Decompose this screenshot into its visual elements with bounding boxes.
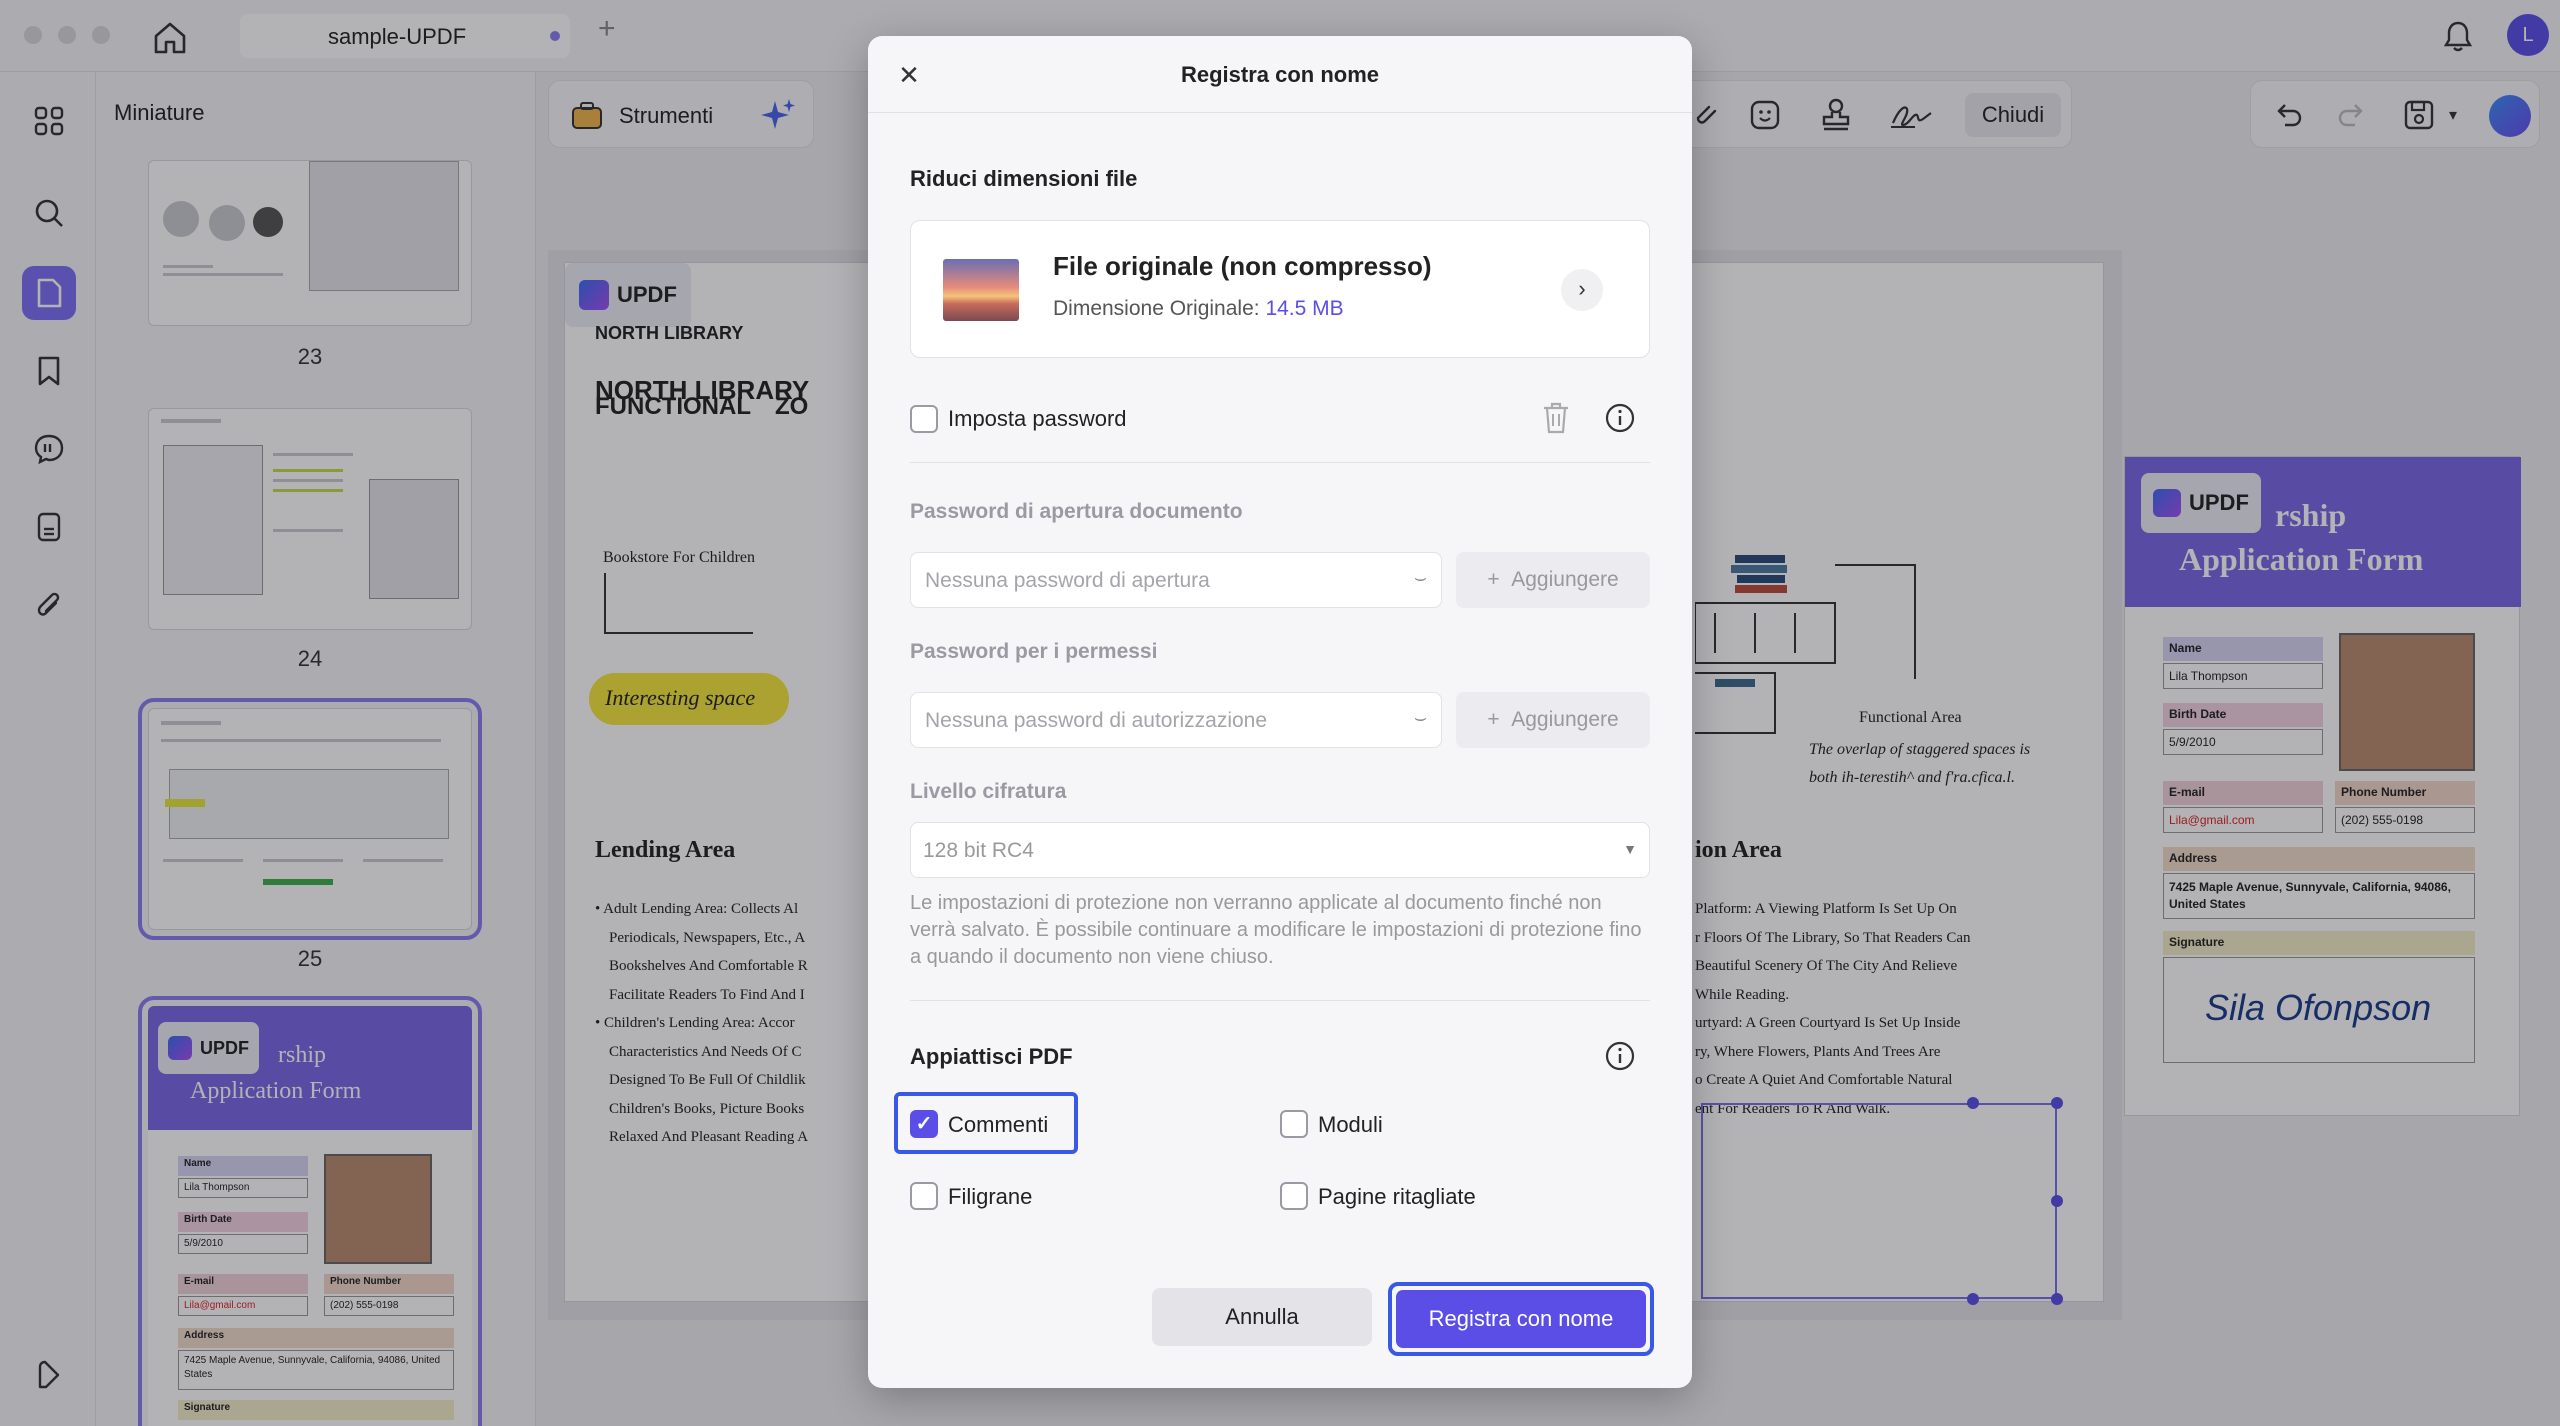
open-password-label: Password di apertura documento — [910, 500, 1243, 523]
protection-note: Le impostazioni di protezione non verran… — [910, 892, 1642, 968]
chevron-right-icon[interactable]: › — [1561, 269, 1603, 311]
trash-icon[interactable] — [1540, 400, 1572, 441]
file-option-card[interactable]: File originale (non compresso) Dimension… — [910, 220, 1650, 358]
save-as-button[interactable]: Registra con nome — [1396, 1290, 1646, 1348]
comments-checkbox[interactable]: ✓ — [910, 1110, 938, 1138]
info-icon[interactable] — [1604, 402, 1636, 439]
forms-label: Moduli — [1318, 1112, 1383, 1137]
dialog-title: Registra con nome — [1180, 62, 1380, 87]
watermarks-label: Filigrane — [948, 1184, 1033, 1209]
permission-password-label: Password per i permessi — [910, 640, 1158, 663]
save-as-dialog: ✕ Registra con nome Riduci dimensioni fi… — [868, 36, 1692, 1388]
divider — [868, 112, 1692, 113]
info-icon[interactable] — [1604, 1040, 1636, 1077]
encryption-select[interactable]: 128 bit RC4 ▼ — [910, 822, 1650, 878]
reduce-size-title: Riduci dimensioni file — [910, 166, 1138, 191]
comments-label: Commenti — [948, 1112, 1049, 1137]
divider — [910, 462, 1650, 463]
eye-closed-icon[interactable]: ⌣ — [1414, 567, 1427, 590]
cropped-pages-checkbox[interactable] — [1280, 1182, 1308, 1210]
eye-closed-icon[interactable]: ⌣ — [1414, 707, 1427, 730]
file-size-text: Dimensione Originale: 14.5 MB — [1053, 297, 1344, 320]
add-open-password-button[interactable]: + Aggiungere — [1456, 552, 1650, 608]
cancel-button[interactable]: Annulla — [1152, 1288, 1372, 1346]
add-permission-password-button[interactable]: + Aggiungere — [1456, 692, 1650, 748]
flatten-title: Appiattisci PDF — [910, 1044, 1073, 1069]
permission-password-select[interactable]: Nessuna password di autorizzazione ⌣ — [910, 692, 1442, 748]
forms-checkbox[interactable] — [1280, 1110, 1308, 1138]
dropdown-arrow-icon: ▼ — [1623, 841, 1637, 857]
file-thumbnail — [943, 259, 1019, 321]
encryption-label: Livello cifratura — [910, 780, 1067, 803]
cropped-pages-label: Pagine ritagliate — [1318, 1184, 1476, 1209]
file-option-name: File originale (non compresso) — [1053, 251, 1432, 281]
watermarks-checkbox[interactable] — [910, 1182, 938, 1210]
set-password-label: Imposta password — [948, 406, 1127, 431]
divider — [910, 1000, 1650, 1001]
save-as-button-focus: Registra con nome — [1388, 1282, 1654, 1356]
open-password-select[interactable]: Nessuna password di apertura ⌣ — [910, 552, 1442, 608]
set-password-checkbox[interactable] — [910, 405, 938, 433]
